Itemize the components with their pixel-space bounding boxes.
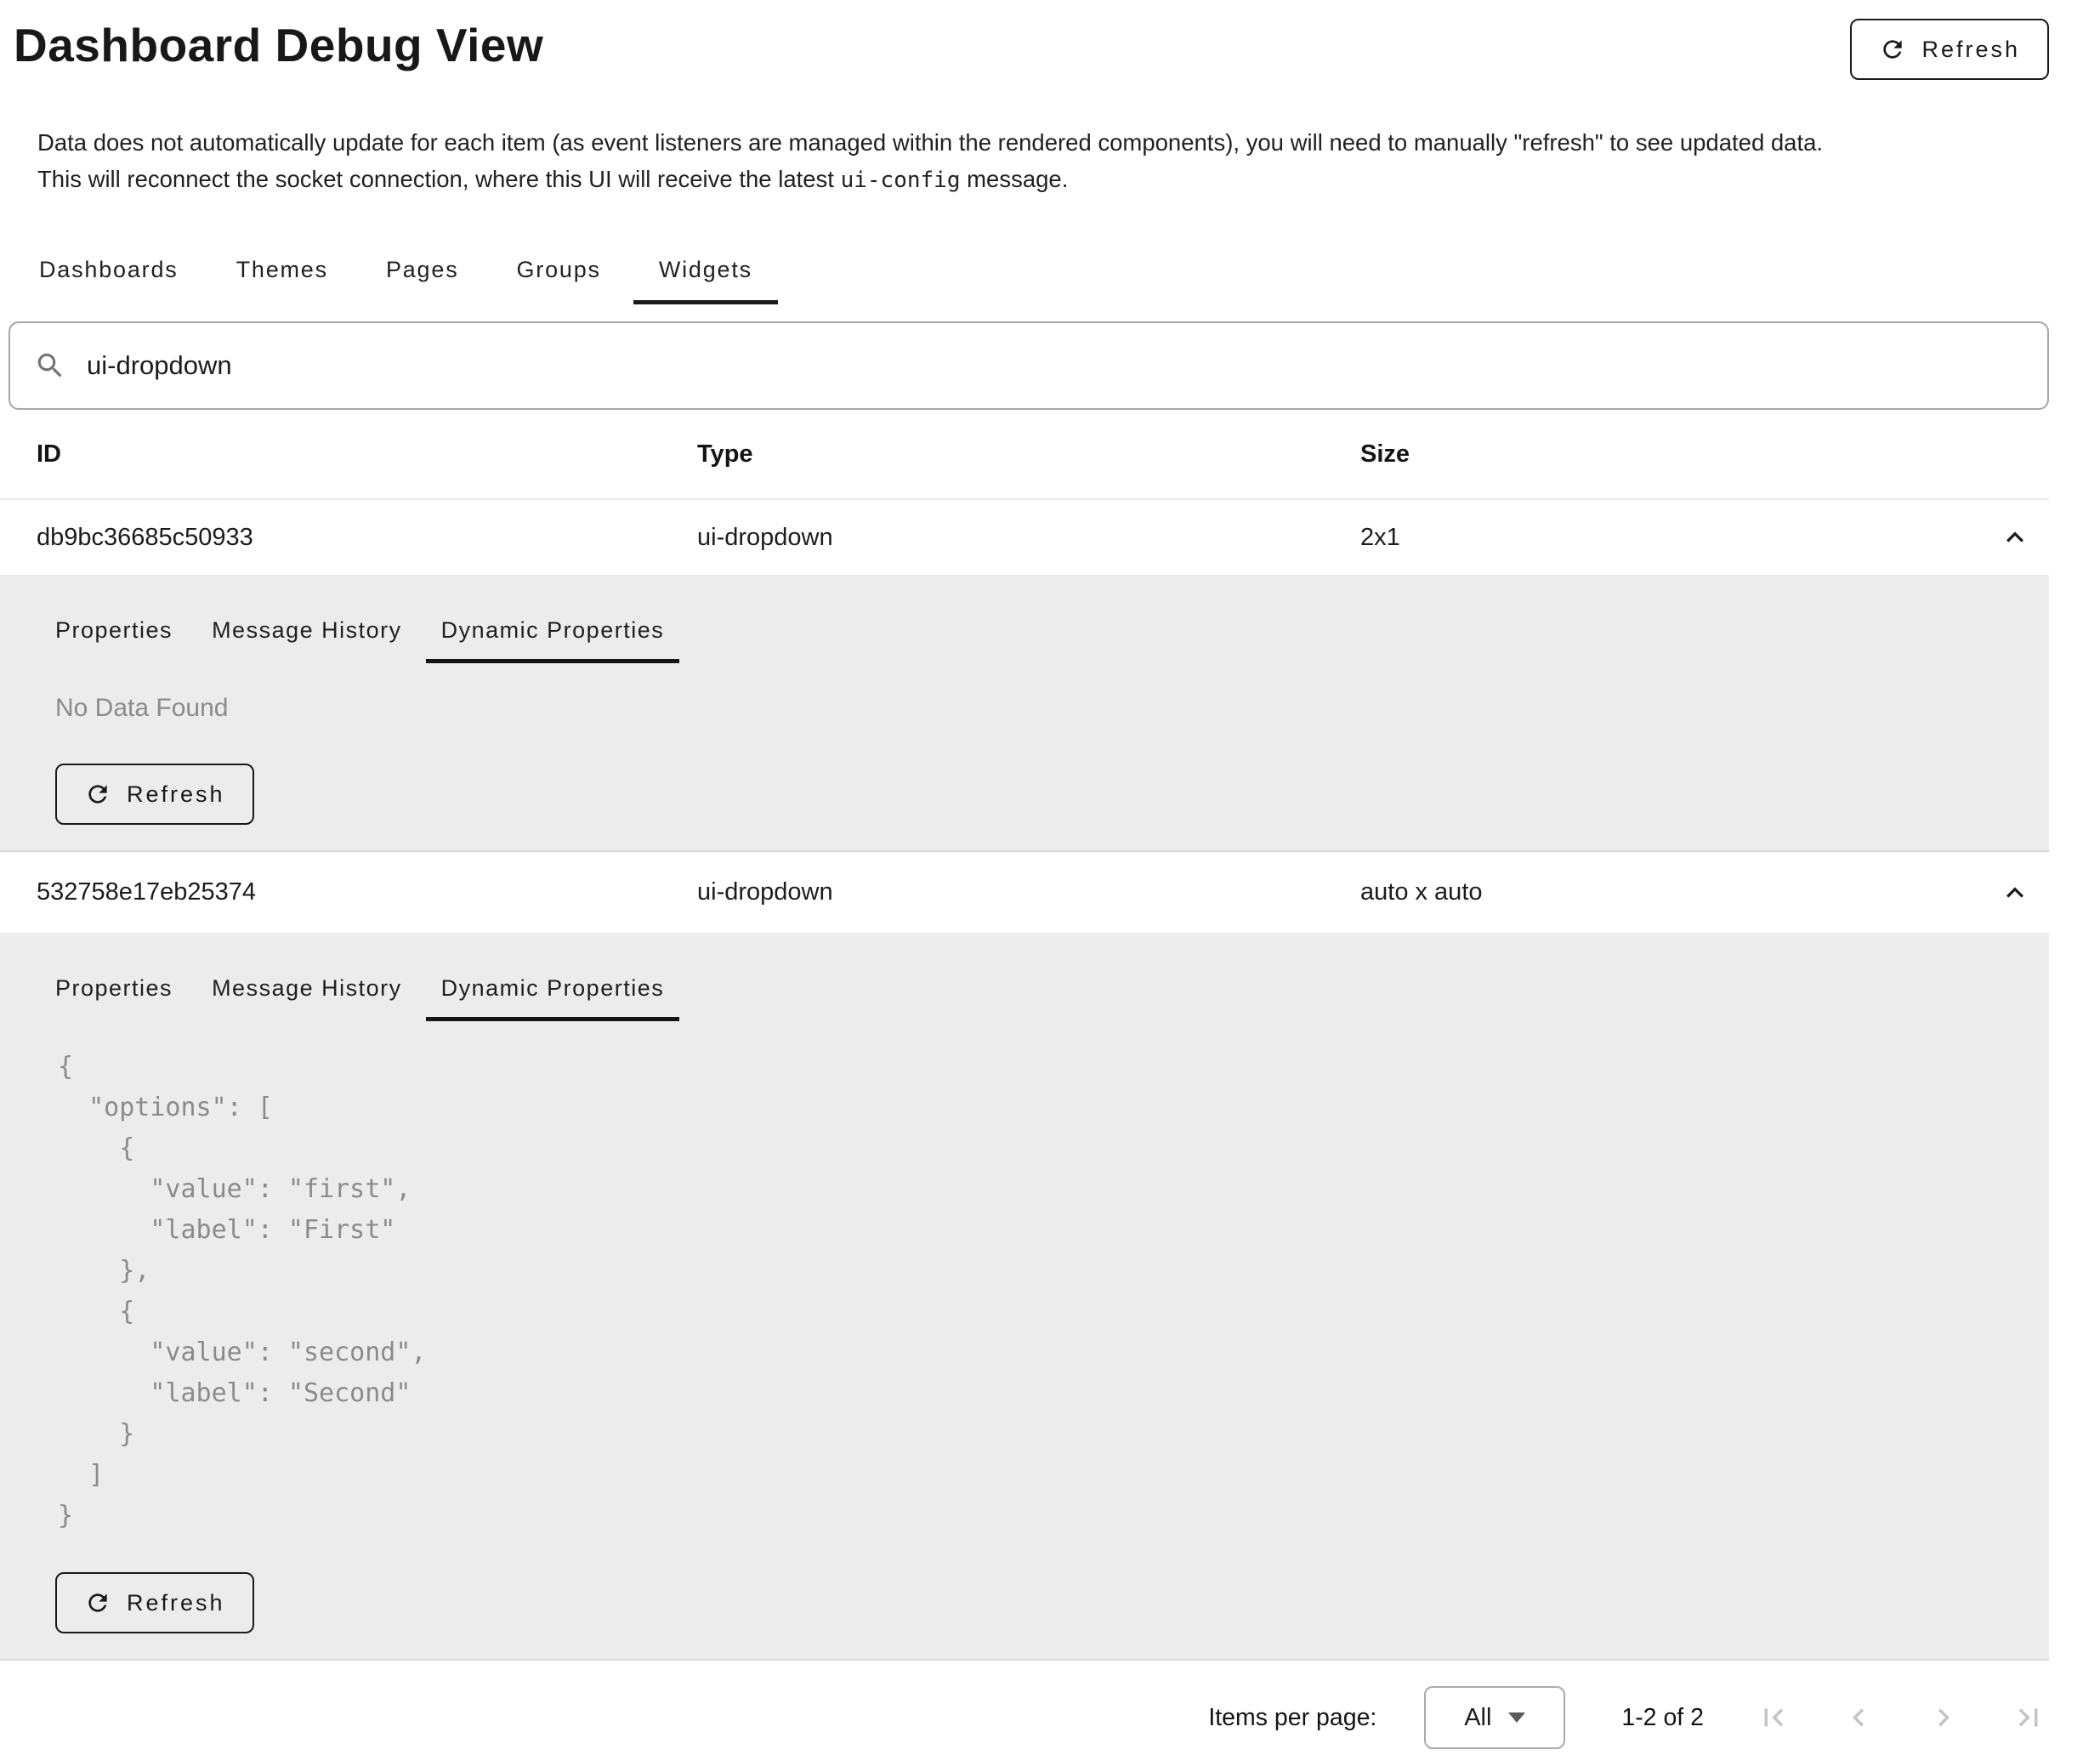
description-line-1: Data does not automatically update for e… (37, 124, 2049, 161)
collapse-row-button[interactable] (1988, 866, 2042, 920)
row-detail-panel: Properties Message History Dynamic Prope… (0, 575, 2049, 852)
search-icon (34, 349, 66, 382)
tab-dashboards[interactable]: Dashboards (14, 241, 204, 304)
items-per-page-label: Items per page: (1208, 1704, 1376, 1732)
dashboard-debug-view: Dashboard Debug View Refresh Data does n… (0, 0, 2100, 1755)
detail-tab-dynamic-properties[interactable]: Dynamic Properties (426, 605, 680, 663)
description-line-2-suffix: message. (960, 166, 1068, 192)
ui-config-code: ui-config (841, 168, 961, 193)
first-page-icon (1756, 1700, 1791, 1735)
chevron-up-icon (1998, 876, 2032, 910)
items-per-page-value: All (1464, 1704, 1491, 1732)
top-bar: Dashboard Debug View Refresh (0, 0, 2100, 80)
row-detail-panel: Properties Message History Dynamic Prope… (0, 933, 2049, 1661)
detail-tab-bar: Properties Message History Dynamic Prope… (40, 963, 2049, 1021)
row-size: auto x auto (1360, 878, 1981, 906)
panel-refresh-button[interactable]: Refresh (55, 764, 254, 825)
table-row: db9bc36685c50933 ui-dropdown 2x1 (0, 500, 2049, 575)
refresh-icon (84, 781, 111, 808)
tab-pages[interactable]: Pages (360, 241, 485, 304)
detail-tab-message-history[interactable]: Message History (196, 605, 417, 663)
tab-groups[interactable]: Groups (491, 241, 627, 304)
dropdown-arrow-icon (1508, 1712, 1525, 1723)
tab-themes[interactable]: Themes (211, 241, 354, 304)
column-header-type: Type (697, 440, 1360, 469)
refresh-button-label: Refresh (127, 781, 225, 808)
page-title: Dashboard Debug View (14, 19, 543, 71)
next-page-button[interactable] (1923, 1697, 1964, 1738)
search-input[interactable] (85, 349, 2023, 382)
first-page-button[interactable] (1753, 1697, 1794, 1738)
items-per-page-select[interactable]: All (1424, 1686, 1565, 1749)
refresh-button[interactable]: Refresh (1850, 19, 2049, 80)
collapse-row-button[interactable] (1988, 510, 2042, 565)
row-size: 2x1 (1360, 524, 1981, 552)
table-row: 532758e17eb25374 ui-dropdown auto x auto (0, 852, 2049, 933)
last-page-button[interactable] (2008, 1697, 2049, 1738)
refresh-icon (1879, 36, 1906, 63)
no-data-message: No Data Found (55, 694, 2049, 723)
description: Data does not automatically update for e… (37, 124, 2049, 199)
column-header-size: Size (1360, 440, 1981, 469)
row-type: ui-dropdown (697, 878, 1360, 906)
row-id: 532758e17eb25374 (37, 878, 697, 906)
refresh-icon (84, 1589, 111, 1616)
refresh-button-label: Refresh (127, 1590, 225, 1616)
last-page-icon (2011, 1700, 2046, 1735)
chevron-right-icon (1926, 1700, 1961, 1735)
detail-tab-message-history[interactable]: Message History (196, 963, 417, 1021)
row-id: db9bc36685c50933 (37, 524, 697, 552)
refresh-button-label: Refresh (1921, 37, 2020, 63)
detail-tab-properties[interactable]: Properties (40, 605, 188, 663)
detail-tab-properties[interactable]: Properties (40, 963, 188, 1021)
search-box (9, 321, 2049, 410)
description-line-2-text: This will reconnect the socket connectio… (37, 166, 841, 192)
tab-widgets[interactable]: Widgets (633, 241, 778, 304)
previous-page-button[interactable] (1838, 1697, 1879, 1738)
detail-tab-dynamic-properties[interactable]: Dynamic Properties (426, 963, 680, 1021)
main-tab-bar: Dashboards Themes Pages Groups Widgets (14, 241, 2100, 304)
page-navigation (1753, 1697, 2049, 1738)
page-range-label: 1-2 of 2 (1621, 1704, 1704, 1732)
chevron-up-icon (1998, 520, 2032, 554)
dynamic-properties-json: { "options": [ { "value": "first", "labe… (58, 1047, 2049, 1536)
table-header: ID Type Size (0, 410, 2049, 500)
detail-tab-bar: Properties Message History Dynamic Prope… (40, 605, 2049, 663)
column-header-id: ID (37, 440, 697, 469)
pagination-bar: Items per page: All 1-2 of 2 (0, 1661, 2100, 1754)
chevron-left-icon (1841, 1700, 1876, 1735)
row-type: ui-dropdown (697, 524, 1360, 552)
description-line-2: This will reconnect the socket connectio… (37, 161, 2049, 199)
panel-refresh-button[interactable]: Refresh (55, 1572, 254, 1633)
